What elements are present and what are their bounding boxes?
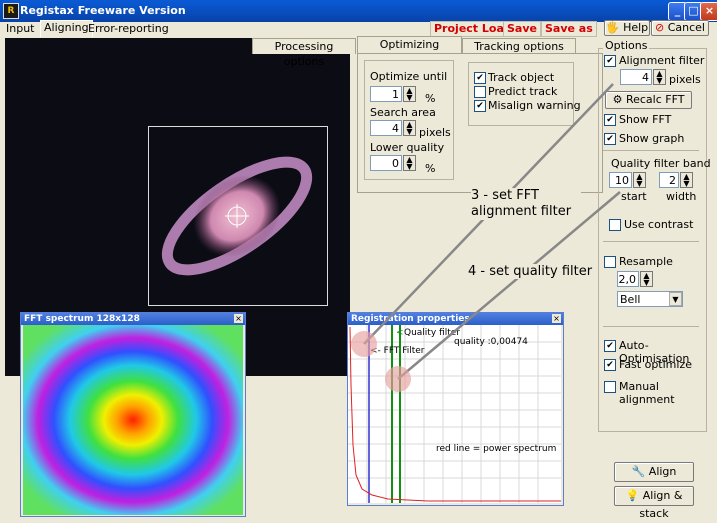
annotation-overlay [351,83,621,392]
annotation-step3: 3 - set FFT alignment filter [471,188,581,220]
annotation-step4: 4 - set quality filter [468,264,593,279]
